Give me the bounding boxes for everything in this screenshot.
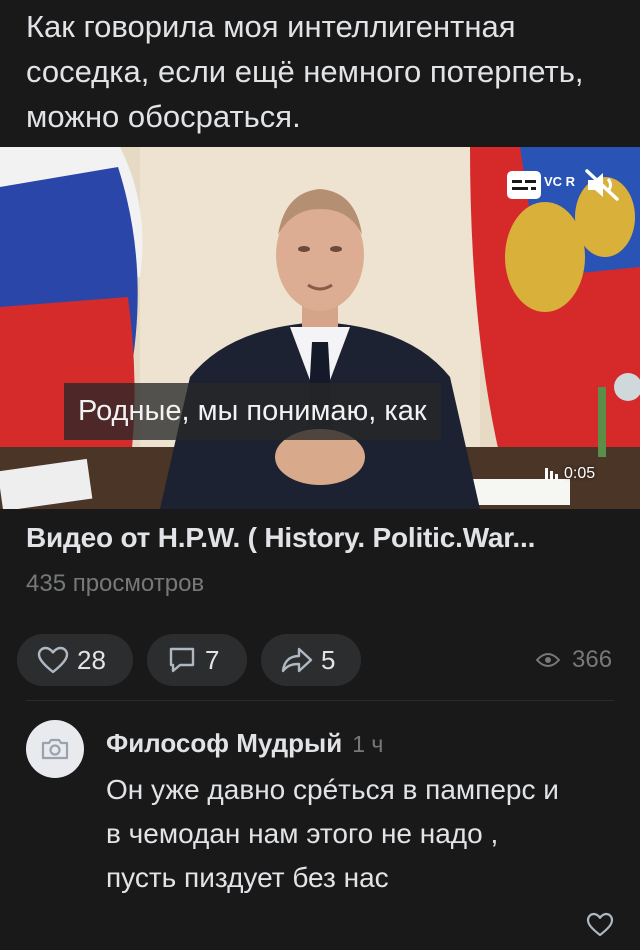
share-count: 5 [321, 644, 336, 675]
bars-icon [545, 468, 558, 480]
view-count: 366 [572, 646, 613, 673]
subtitles-icon[interactable] [506, 170, 542, 200]
divider [26, 700, 614, 701]
comment-button[interactable]: 7 [147, 634, 247, 686]
share-button[interactable]: 5 [261, 634, 361, 686]
like-button[interactable]: 28 [17, 634, 133, 686]
view-counter: 366 [536, 645, 612, 675]
channel-logo: VC R [544, 174, 576, 189]
post-actions: 28 7 5 [17, 634, 361, 686]
comment-icon [169, 647, 195, 673]
video-duration: 0:05 [545, 460, 595, 488]
comment-header: Философ Мудрый 1 ч [106, 728, 383, 759]
video-title[interactable]: Видео от H.P.W. ( History. Politic.War..… [26, 522, 626, 554]
comment-like-icon[interactable] [586, 912, 614, 938]
video-views: 435 просмотров [26, 570, 205, 597]
video-frame [0, 147, 640, 509]
eye-icon [536, 653, 560, 667]
mute-icon[interactable] [584, 168, 620, 202]
post-text: Как говорила моя интеллигентная соседка,… [26, 9, 584, 134]
camera-icon [41, 738, 69, 760]
comment-count: 7 [205, 644, 220, 675]
like-count: 28 [77, 644, 106, 675]
comment-author[interactable]: Философ Мудрый [106, 728, 342, 759]
video-player[interactable]: VC R Родные, мы понимаю, как 0:05 [0, 147, 640, 509]
avatar[interactable] [26, 720, 84, 778]
heart-icon [37, 646, 69, 674]
comment-text: Он уже давно срéться в памперс и в чемод… [106, 774, 559, 893]
share-icon [281, 647, 313, 673]
comment-time: 1 ч [352, 731, 384, 757]
video-subtitle: Родные, мы понимаю, как [64, 383, 441, 440]
duration-text: 0:05 [564, 465, 596, 482]
